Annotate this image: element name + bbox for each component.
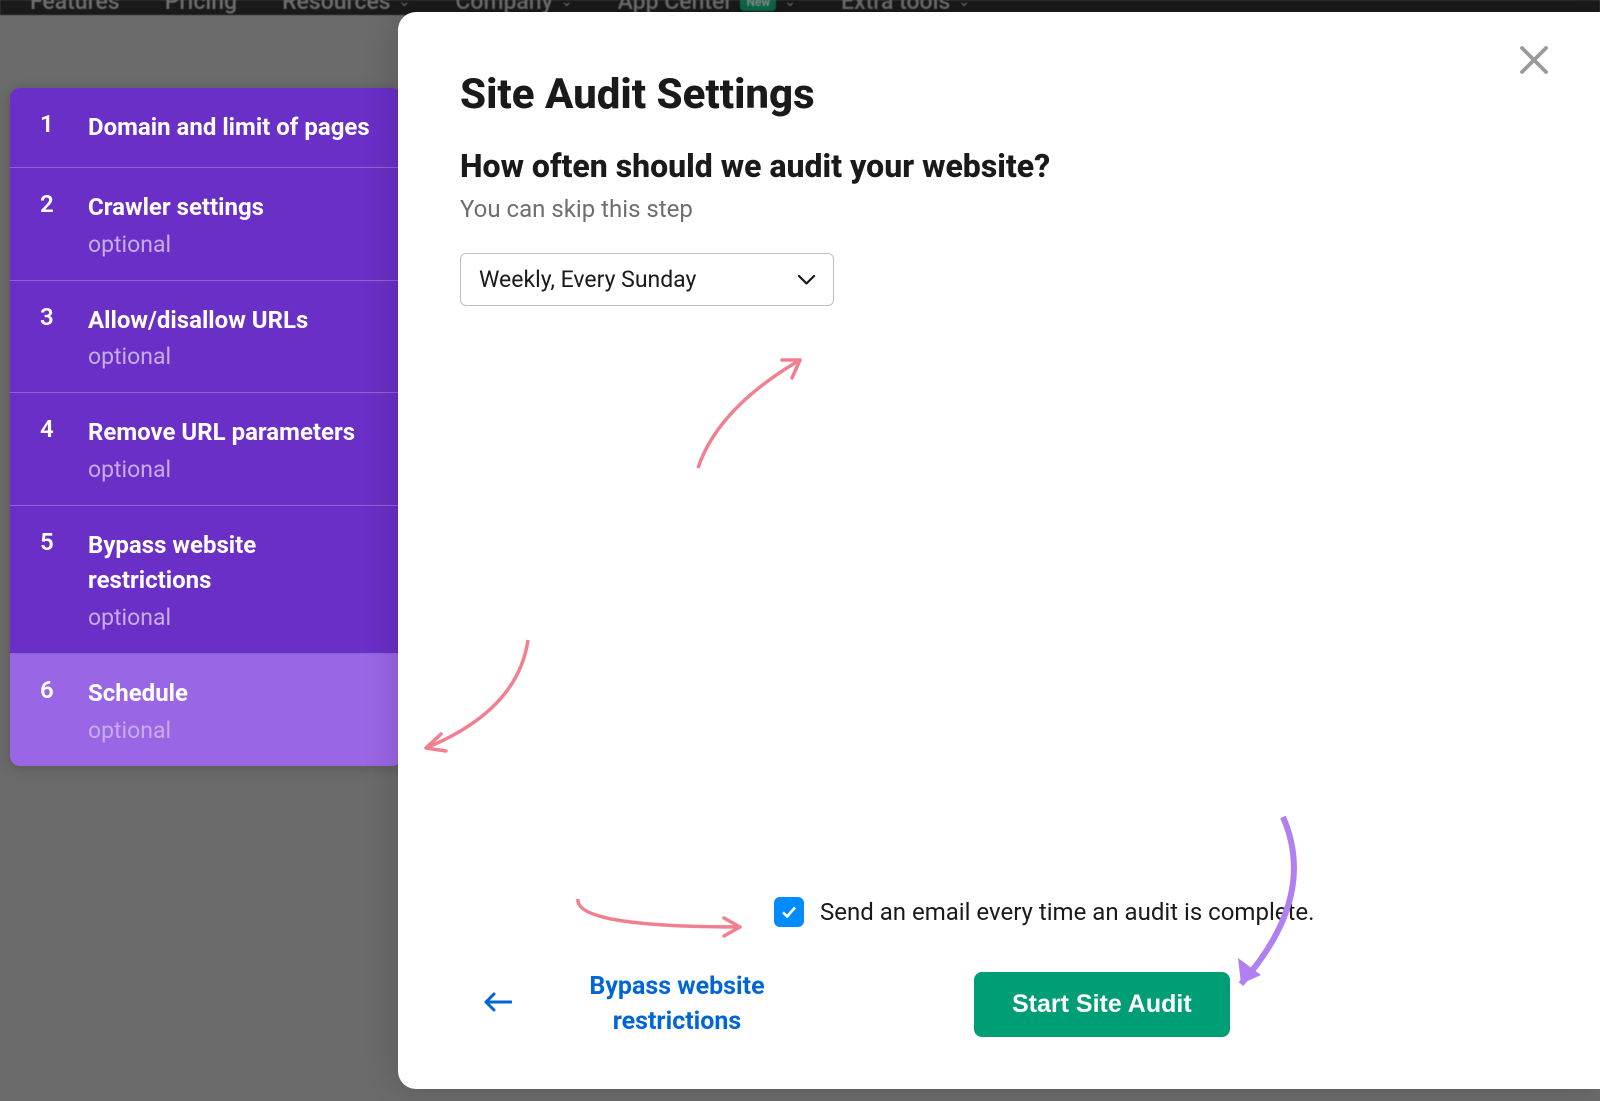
step-allow-disallow-urls[interactable]: 3 Allow/disallow URLs optional [10,281,402,394]
nav-resources[interactable]: Resources⌄ [282,0,410,15]
back-link[interactable]: Bypass website restrictions [552,969,802,1039]
step-title: Remove URL parameters [88,415,378,450]
email-notification-checkbox[interactable] [774,897,804,927]
schedule-select[interactable]: Weekly, Every Sunday [460,253,834,306]
step-number: 2 [40,190,88,218]
nav-pricing[interactable]: Pricing [165,0,237,15]
step-title: Allow/disallow URLs [88,303,378,338]
close-button[interactable] [1516,42,1552,78]
step-schedule[interactable]: 6 Schedule optional [10,654,402,766]
wizard-sidebar: 1 Domain and limit of pages 2 Crawler se… [10,88,402,766]
step-title: Domain and limit of pages [88,110,378,145]
email-notification-row: Send an email every time an audit is com… [774,897,1528,927]
chevron-down-icon [798,271,815,289]
step-title: Bypass website restrictions [88,528,378,598]
settings-modal: Site Audit Settings How often should we … [398,12,1600,1089]
step-bypass-restrictions[interactable]: 5 Bypass website restrictions optional [10,506,402,654]
step-number: 6 [40,676,88,704]
arrow-left-icon [484,992,512,1012]
step-domain-limit[interactable]: 1 Domain and limit of pages [10,88,402,168]
step-crawler-settings[interactable]: 2 Crawler settings optional [10,168,402,281]
new-badge: New [740,0,776,11]
footer-buttons: Bypass website restrictions Start Site A… [460,969,1528,1039]
modal-title: Site Audit Settings [460,70,1528,119]
step-optional-label: optional [88,717,378,744]
step-remove-url-parameters[interactable]: 4 Remove URL parameters optional [10,393,402,506]
close-icon [1516,42,1552,78]
select-value: Weekly, Every Sunday [479,266,696,293]
back-arrow-button[interactable] [484,989,512,1019]
chevron-down-icon: ⌄ [784,0,796,10]
modal-subtitle: How often should we audit your website? [460,147,1528,185]
chevron-down-icon: ⌄ [561,0,573,10]
modal-hint: You can skip this step [460,195,1528,223]
step-title: Schedule [88,676,378,711]
start-site-audit-button[interactable]: Start Site Audit [974,972,1230,1037]
step-optional-label: optional [88,231,378,258]
check-icon [780,903,798,921]
step-optional-label: optional [88,456,378,483]
chevron-down-icon: ⌄ [399,0,411,10]
nav-features[interactable]: Features [30,0,120,15]
modal-footer: Send an email every time an audit is com… [460,897,1528,1039]
step-title: Crawler settings [88,190,378,225]
step-number: 4 [40,415,88,443]
step-number: 1 [40,110,88,138]
step-optional-label: optional [88,343,378,370]
chevron-down-icon: ⌄ [958,0,970,10]
step-number: 5 [40,528,88,556]
step-optional-label: optional [88,604,378,631]
step-number: 3 [40,303,88,331]
checkbox-label: Send an email every time an audit is com… [820,898,1314,926]
